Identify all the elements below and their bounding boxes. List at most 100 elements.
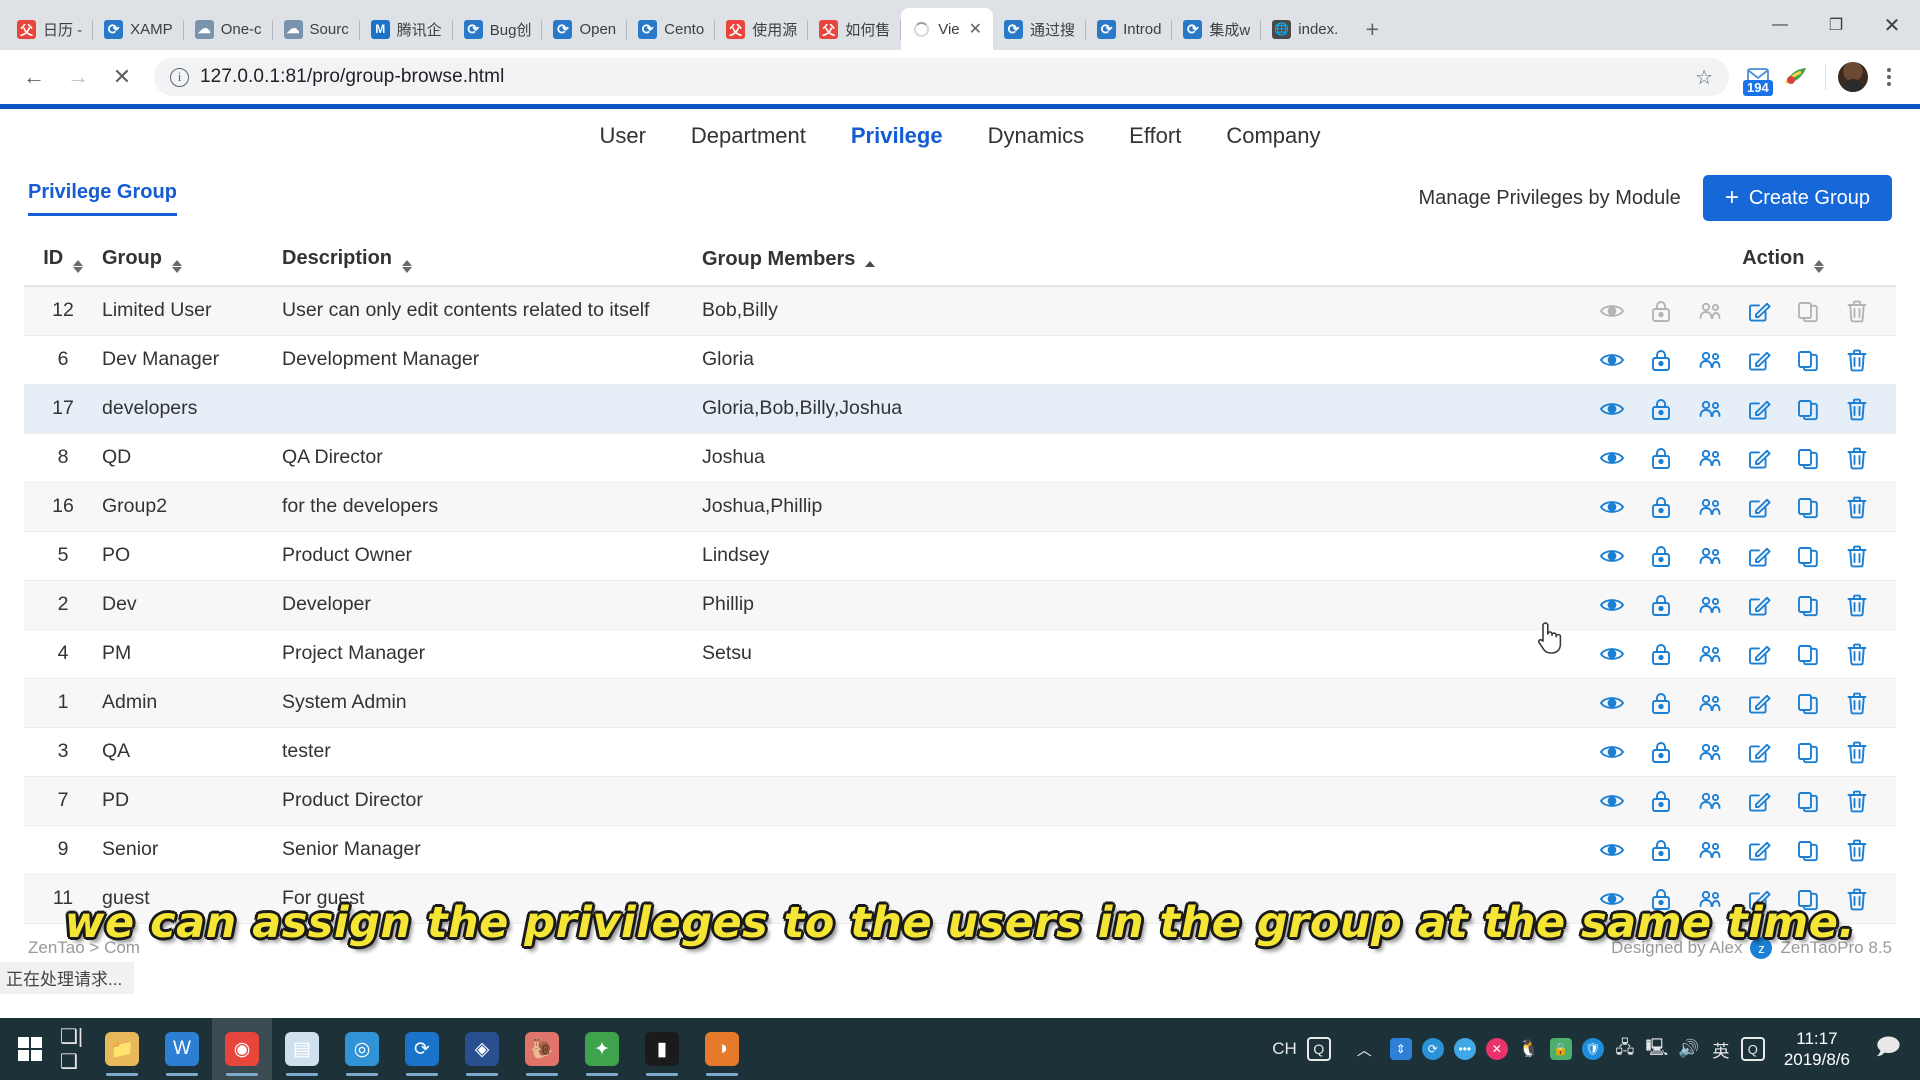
trash-icon[interactable] <box>1844 837 1870 863</box>
lock-icon[interactable] <box>1648 298 1674 324</box>
tab-close-icon[interactable]: ✕ <box>969 19 982 39</box>
users-icon[interactable] <box>1697 494 1723 520</box>
users-icon[interactable] <box>1697 543 1723 569</box>
users-icon[interactable] <box>1697 396 1723 422</box>
copy-icon[interactable] <box>1795 837 1821 863</box>
table-row[interactable]: 12 Limited User User can only edit content… <box>24 286 1896 336</box>
eye-icon[interactable] <box>1599 298 1625 324</box>
nav-item-user[interactable]: User <box>599 123 645 149</box>
eye-icon[interactable] <box>1599 494 1625 520</box>
lock-icon[interactable] <box>1648 592 1674 618</box>
create-group-button[interactable]: + Create Group <box>1702 175 1892 221</box>
qq-penguin-icon[interactable]: 🐧 <box>1514 1018 1544 1080</box>
lock-icon[interactable] <box>1648 837 1674 863</box>
stop-loading-button[interactable]: ✕ <box>102 57 142 97</box>
manage-privileges-by-module-link[interactable]: Manage Privileges by Module <box>1418 187 1680 210</box>
taskbar-clock[interactable]: 11:17 2019/8/6 <box>1770 1028 1864 1070</box>
browser-tab-14[interactable]: index. <box>1261 8 1349 50</box>
eye-icon[interactable] <box>1599 690 1625 716</box>
eye-icon[interactable] <box>1599 641 1625 667</box>
table-row[interactable]: 6 Dev Manager Development Manager Gloria <box>24 335 1896 385</box>
notepad-icon[interactable]: ▤ <box>272 1018 332 1080</box>
task-view-button[interactable]: ❑|❑ <box>60 1018 88 1080</box>
close-window-button[interactable]: ✕ <box>1864 0 1920 50</box>
zentao-tray-icon[interactable]: ⟳ <box>1418 1018 1448 1080</box>
trash-icon[interactable] <box>1844 788 1870 814</box>
ime-indicator[interactable]: CH Q <box>1260 1037 1343 1061</box>
browser-tab-2[interactable]: One-c <box>184 8 273 50</box>
trash-icon[interactable] <box>1844 445 1870 471</box>
browser-tab-6[interactable]: Open <box>542 8 627 50</box>
trash-icon[interactable] <box>1844 641 1870 667</box>
lock-icon[interactable] <box>1648 396 1674 422</box>
security-lock-icon[interactable]: 🔒 <box>1546 1018 1576 1080</box>
users-icon[interactable] <box>1697 298 1723 324</box>
browser-tab-13[interactable]: 集成w <box>1172 8 1262 50</box>
browser-tab-8[interactable]: 使用源 <box>715 8 809 50</box>
nav-item-effort[interactable]: Effort <box>1129 123 1181 149</box>
copy-icon[interactable] <box>1795 445 1821 471</box>
sort-icon-id[interactable] <box>72 259 83 273</box>
copy-icon[interactable] <box>1795 494 1821 520</box>
table-row[interactable]: 4 PM Project Manager Setsu <box>24 629 1896 679</box>
kingsoft-icon[interactable]: ✕ <box>1482 1018 1512 1080</box>
browser-tab-10[interactable]: Vie ✕ <box>901 8 994 50</box>
flashfxp-extension-icon[interactable] <box>1779 60 1813 94</box>
table-row[interactable]: 8 QD QA Director Joshua <box>24 433 1896 483</box>
users-icon[interactable] <box>1697 837 1723 863</box>
edit-icon[interactable] <box>1746 298 1772 324</box>
nav-item-dynamics[interactable]: Dynamics <box>988 123 1085 149</box>
nav-item-department[interactable]: Department <box>691 123 806 149</box>
copy-icon[interactable] <box>1795 298 1821 324</box>
lock-icon[interactable] <box>1648 739 1674 765</box>
lock-icon[interactable] <box>1648 690 1674 716</box>
url-text[interactable]: 127.0.0.1:81/pro/group-browse.html <box>200 66 504 88</box>
new-tab-button[interactable]: + <box>1355 12 1389 46</box>
edit-icon[interactable] <box>1746 690 1772 716</box>
browser-blue-icon[interactable]: ◎ <box>332 1018 392 1080</box>
eye-icon[interactable] <box>1599 592 1625 618</box>
col-group[interactable]: Group <box>102 234 282 287</box>
network-adapter-icon[interactable]: 🖧 <box>1610 1018 1640 1080</box>
edit-icon[interactable] <box>1746 641 1772 667</box>
table-row[interactable]: 3 QA tester <box>24 727 1896 777</box>
table-row[interactable]: 1 Admin System Admin <box>24 678 1896 728</box>
file-explorer-icon[interactable]: 📁 <box>92 1018 152 1080</box>
edit-icon[interactable] <box>1746 788 1772 814</box>
lock-icon[interactable] <box>1648 347 1674 373</box>
show-hidden-icons-button[interactable]: ︿ <box>1345 1039 1384 1060</box>
terminal-icon[interactable]: ▮ <box>632 1018 692 1080</box>
eye-icon[interactable] <box>1599 396 1625 422</box>
start-button[interactable] <box>0 1018 60 1080</box>
tray-language-label[interactable]: 英 <box>1706 1018 1736 1080</box>
copy-icon[interactable] <box>1795 347 1821 373</box>
lock-icon[interactable] <box>1648 445 1674 471</box>
edit-icon[interactable] <box>1746 445 1772 471</box>
col-action[interactable]: Action <box>1606 234 1896 287</box>
tab-privilege-group[interactable]: Privilege Group <box>28 181 177 216</box>
col-description[interactable]: Description <box>282 234 702 287</box>
action-center-icon[interactable]: 🗩 <box>1866 1018 1910 1080</box>
users-icon[interactable] <box>1697 788 1723 814</box>
lock-icon[interactable] <box>1648 788 1674 814</box>
browser-tab-12[interactable]: Introd <box>1086 8 1173 50</box>
lock-icon[interactable] <box>1648 494 1674 520</box>
edit-icon[interactable] <box>1746 396 1772 422</box>
edit-icon[interactable] <box>1746 494 1772 520</box>
edit-icon[interactable] <box>1746 543 1772 569</box>
volume-icon[interactable]: 🔊 <box>1674 1018 1704 1080</box>
eye-icon[interactable] <box>1599 347 1625 373</box>
eye-icon[interactable] <box>1599 739 1625 765</box>
col-id[interactable]: ID <box>24 234 102 287</box>
trash-icon[interactable] <box>1844 739 1870 765</box>
table-row[interactable]: 5 PO Product Owner Lindsey <box>24 531 1896 581</box>
lock-icon[interactable] <box>1648 543 1674 569</box>
nav-item-privilege[interactable]: Privilege <box>851 123 943 149</box>
address-bar[interactable]: i 127.0.0.1:81/pro/group-browse.html ☆ <box>154 58 1729 96</box>
browser-tab-3[interactable]: Sourc <box>273 8 360 50</box>
wps-writer-icon[interactable]: W <box>152 1018 212 1080</box>
nav-item-company[interactable]: Company <box>1226 123 1320 149</box>
site-info-icon[interactable]: i <box>170 67 189 87</box>
users-icon[interactable] <box>1697 690 1723 716</box>
browser-tab-0[interactable]: 日历 - <box>6 8 94 50</box>
